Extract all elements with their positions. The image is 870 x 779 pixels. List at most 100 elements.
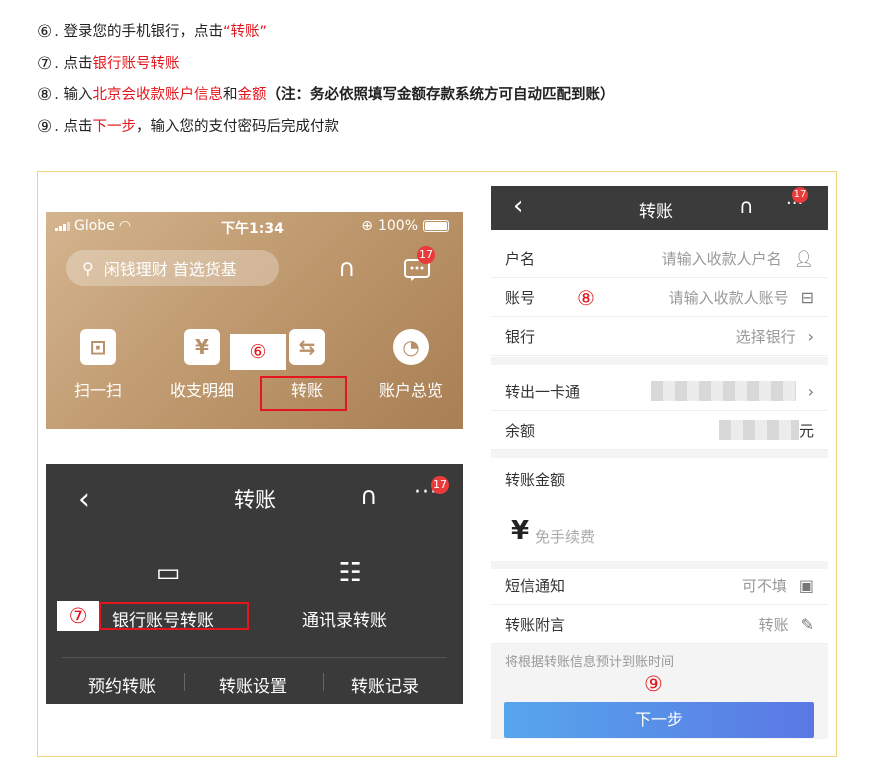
search-icon: ⚲	[82, 258, 94, 278]
annotation-6: ⑥	[230, 334, 286, 370]
notification-badge: 17	[792, 187, 808, 203]
step-text: . 点击	[54, 55, 93, 72]
battery-percent: 100%	[377, 218, 418, 234]
sms-notice-row[interactable]: 短信通知 可不填 ▣	[491, 566, 828, 605]
function-overview[interactable]: ◔ 账户总览	[371, 329, 451, 401]
search-bar[interactable]: ⚲ 闲钱理财 首选货基	[66, 250, 279, 286]
function-label: 扫一扫	[73, 381, 122, 400]
divider	[62, 657, 447, 658]
highlight-text: “转账”	[222, 24, 267, 40]
clock: 下午1:34	[221, 221, 284, 237]
bank-select-field[interactable]: 银行 选择银行 ›	[491, 317, 828, 356]
message-button[interactable]: 17	[403, 246, 435, 282]
transfer-note-row[interactable]: 转账附言 转账 ✎	[491, 605, 828, 644]
carrier-label: Globe	[74, 218, 115, 234]
annotation-8: ⑧	[577, 286, 595, 310]
step-text: 和	[222, 87, 238, 103]
step-text: . 登录您的手机银行，点击	[54, 24, 223, 40]
page-title: 转账	[234, 488, 276, 512]
amount-input[interactable]: 免手续费	[535, 526, 595, 547]
field-label: 余额	[505, 421, 536, 440]
instruction-steps: ⑥. 登录您的手机银行，点击 “转账” ⑦. 点击 银行账号转账 ⑧. 输入 北京会收款账…	[37, 20, 614, 146]
person-icon[interactable]: 👤︎	[794, 249, 814, 268]
function-label: 收支明细	[169, 381, 234, 400]
field-label: 户名	[505, 249, 536, 268]
contacts-transfer[interactable]: 通讯录转账	[302, 606, 387, 631]
scan-icon: ⊡	[80, 329, 116, 365]
page-title: 转账	[639, 202, 673, 222]
instruction-step: ⑦. 点击 银行账号转账	[37, 52, 614, 84]
signal-icon	[55, 221, 70, 231]
scan-card-icon[interactable]: ⊟	[801, 288, 814, 307]
balance-row: 余额 元	[491, 411, 828, 450]
instruction-step: ⑨. 点击 下一步 ，输入您的支付密码后完成付款	[37, 115, 614, 147]
currency-symbol: ¥	[511, 516, 530, 546]
blurred-card-number	[650, 381, 796, 401]
arrival-hint: 将根据转账信息预计到账时间	[505, 655, 675, 670]
step-text: （注：务必依照填写金额存款系统方可自动匹配到账）	[266, 87, 615, 103]
home-screen: Globe ◠ 下午1:34 ⊕ 100% ⚲ 闲钱理财 首选货基 ∩ 17 ⊡…	[46, 212, 463, 429]
step-text: ，输入您的支付密码后完成付款	[135, 118, 339, 135]
nav-bar: ‹ 转账 ∩ ··· 17	[491, 186, 828, 230]
headset-icon[interactable]: ∩	[739, 194, 754, 218]
contact-card-icon[interactable]: ▣	[799, 576, 814, 595]
step-number: ⑧	[37, 85, 53, 105]
back-icon[interactable]: ‹	[78, 482, 90, 517]
source-card-row[interactable]: 转出一卡通 ›	[491, 372, 828, 411]
amount-label-row: 转账金额	[491, 460, 828, 499]
transfer-records[interactable]: 转账记录	[351, 672, 419, 697]
highlight-text: 金额	[237, 87, 267, 103]
step-number: ⑥	[37, 22, 53, 42]
highlight-text: 银行账号转账	[92, 55, 180, 72]
headset-icon[interactable]: ∩	[360, 482, 378, 510]
receipt-icon: ¥	[184, 329, 220, 365]
search-placeholder: 闲钱理财 首选货基	[103, 260, 237, 279]
pie-chart-icon: ◔	[393, 329, 429, 365]
contacts-icon: ☷	[338, 558, 362, 588]
highlight-box	[99, 602, 249, 630]
field-label: 转账金额	[505, 471, 566, 489]
highlight-text: 下一步	[92, 118, 136, 135]
transfer-menu-screen: ‹ 转账 ∩ ··· 17 ▭ ☷ 银行账号转账 通讯录转账 ⑦ 预约转账 转账…	[46, 464, 463, 704]
field-label: 短信通知	[505, 576, 566, 595]
field-label: 银行	[505, 327, 536, 346]
field-placeholder: 请输入收款人户名	[661, 249, 782, 268]
divider	[184, 673, 185, 691]
step-number: ⑨	[37, 116, 53, 137]
step-text: . 点击	[54, 118, 93, 135]
field-placeholder: 选择银行	[735, 327, 796, 346]
highlight-box	[260, 376, 347, 411]
back-icon[interactable]: ‹	[513, 191, 523, 221]
step-text: . 输入	[54, 87, 93, 103]
payee-name-field[interactable]: 户名 请输入收款人户名 👤︎	[491, 239, 828, 278]
annotation-9: ⑨	[644, 672, 663, 696]
transfer-icon: ⇆	[289, 329, 325, 365]
balance-unit: 元	[798, 421, 814, 440]
blurred-balance	[718, 420, 799, 440]
next-button[interactable]: 下一步	[504, 702, 814, 738]
field-label: 转出一卡通	[505, 382, 581, 401]
headset-icon[interactable]: ∩	[338, 254, 356, 282]
instruction-step: ⑥. 登录您的手机银行，点击 “转账”	[37, 20, 614, 52]
divider	[323, 673, 324, 691]
chevron-right-icon: ›	[807, 381, 814, 401]
card-icon: ▭	[155, 558, 181, 588]
annotation-7: ⑦	[57, 601, 99, 631]
transfer-form-screen: ‹ 转账 ∩ ··· 17 户名 请输入收款人户名 👤︎ 账号 请输入收款人账号 ⊟…	[491, 186, 828, 739]
function-scan[interactable]: ⊡ 扫一扫	[58, 329, 138, 401]
field-placeholder: 转账	[758, 615, 789, 634]
account-number-field[interactable]: 账号 请输入收款人账号 ⊟	[491, 278, 828, 317]
highlight-text: 北京会收款账户信息	[92, 87, 223, 103]
section-gap	[491, 450, 828, 458]
wifi-icon: ◠	[118, 218, 132, 234]
instruction-step: ⑧. 输入 北京会收款账户信息和金额 （注：务必依照填写金额存款系统方可自动匹配到账…	[37, 83, 614, 115]
scheduled-transfer[interactable]: 预约转账	[88, 672, 156, 697]
notification-badge: 17	[417, 246, 435, 264]
field-label: 转账附言	[505, 615, 566, 634]
field-placeholder: 可不填	[741, 576, 787, 595]
chevron-right-icon: ›	[807, 326, 814, 346]
field-placeholder: 请输入收款人账号	[668, 288, 789, 307]
section-gap	[491, 357, 828, 365]
transfer-settings[interactable]: 转账设置	[219, 672, 287, 697]
status-bar: Globe ◠ 下午1:34 ⊕ 100%	[46, 218, 463, 237]
